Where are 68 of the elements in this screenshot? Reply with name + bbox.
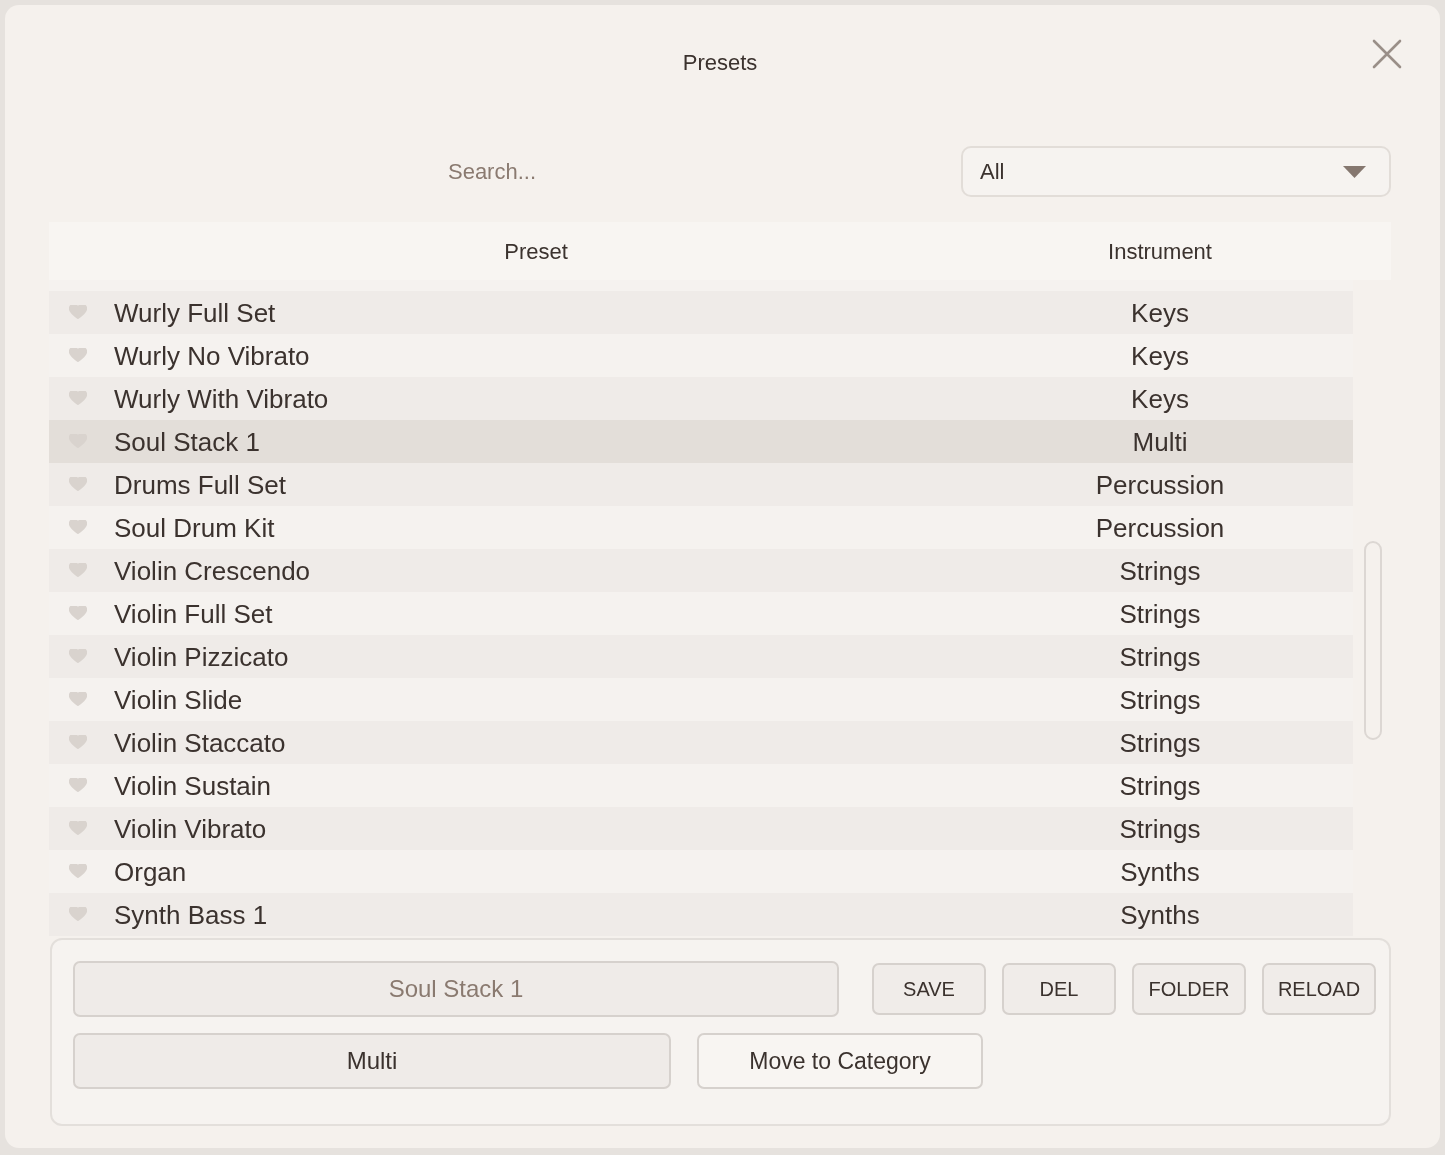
heart-icon[interactable] xyxy=(69,692,87,707)
instrument-name: Strings xyxy=(1118,641,1202,672)
preset-name: Synth Bass 1 xyxy=(114,899,269,930)
instrument-name: Keys xyxy=(1130,383,1190,414)
preset-row[interactable]: Drums Full Set Percussion xyxy=(49,463,1353,506)
heart-icon[interactable] xyxy=(69,477,87,492)
heart-icon[interactable] xyxy=(69,864,87,879)
preset-name: Organ xyxy=(114,856,188,887)
heart-icon[interactable] xyxy=(69,606,87,621)
preset-row[interactable]: Wurly With Vibrato Keys xyxy=(49,377,1353,420)
action-button[interactable]: RELOAD xyxy=(1262,963,1376,1015)
heart-icon[interactable] xyxy=(69,649,87,664)
dialog-title: Presets xyxy=(682,49,758,75)
instrument-name: Strings xyxy=(1118,555,1202,586)
instrument-name: Strings xyxy=(1118,598,1202,629)
preset-name: Soul Drum Kit xyxy=(114,512,276,543)
heart-icon[interactable] xyxy=(69,305,87,320)
preset-name: Wurly Full Set xyxy=(114,297,277,328)
scrollbar-thumb[interactable] xyxy=(1364,541,1382,740)
action-button[interactable]: DEL xyxy=(1002,963,1116,1015)
heart-icon[interactable] xyxy=(69,907,87,922)
instrument-name: Strings xyxy=(1118,813,1202,844)
heart-icon[interactable] xyxy=(69,563,87,578)
category-dropdown[interactable]: All xyxy=(961,146,1391,197)
instrument-name: Strings xyxy=(1118,770,1202,801)
instrument-name: Multi xyxy=(1131,426,1189,457)
instrument-name: Synths xyxy=(1119,899,1201,930)
action-button[interactable]: FOLDER xyxy=(1132,963,1246,1015)
preset-name: Violin Crescendo xyxy=(114,555,312,586)
close-icon xyxy=(1372,39,1402,69)
move-to-category-button[interactable]: Move to Category xyxy=(697,1033,983,1089)
preset-name: Soul Stack 1 xyxy=(114,426,261,457)
column-header[interactable]: Instrument xyxy=(1023,234,1297,268)
action-button[interactable]: SAVE xyxy=(872,963,986,1015)
heart-icon[interactable] xyxy=(69,520,87,535)
preset-name: Wurly With Vibrato xyxy=(114,383,330,414)
category-select[interactable]: Multi xyxy=(73,1033,671,1089)
heart-icon[interactable] xyxy=(69,735,87,750)
instrument-name: Strings xyxy=(1118,684,1202,715)
preset-name: Violin Full Set xyxy=(114,598,274,629)
heart-icon[interactable] xyxy=(69,391,87,406)
preset-name: Violin Vibrato xyxy=(114,813,268,844)
instrument-name: Keys xyxy=(1130,340,1190,371)
caret-icon xyxy=(1343,165,1366,178)
preset-name: Violin Slide xyxy=(114,684,244,715)
column-header[interactable]: Preset xyxy=(49,234,1023,268)
preset-row[interactable]: Wurly Full Set Keys xyxy=(49,291,1353,334)
instrument-name: Percussion xyxy=(1094,512,1226,543)
preset-name: Violin Pizzicato xyxy=(114,641,290,672)
instrument-name: Strings xyxy=(1118,727,1202,758)
preset-row[interactable]: Synth Bass 1 Synths xyxy=(49,893,1353,936)
search-field[interactable]: Search... xyxy=(49,146,935,197)
preset-name: Wurly No Vibrato xyxy=(114,340,311,371)
instrument-name: Synths xyxy=(1119,856,1201,887)
preset-row[interactable]: Violin Vibrato Strings xyxy=(49,807,1353,850)
heart-icon[interactable] xyxy=(69,821,87,836)
instrument-name: Keys xyxy=(1130,297,1190,328)
heart-icon[interactable] xyxy=(69,348,87,363)
preset-row[interactable]: Violin Crescendo Strings xyxy=(49,549,1353,592)
preset-name: Violin Sustain xyxy=(114,770,273,801)
preset-name: Drums Full Set xyxy=(114,469,287,500)
preset-row[interactable]: Soul Stack 1 Multi xyxy=(49,420,1353,463)
preset-row[interactable]: Violin Pizzicato Strings xyxy=(49,635,1353,678)
preset-name: Violin Staccato xyxy=(114,727,287,758)
preset-row[interactable]: Violin Staccato Strings xyxy=(49,721,1353,764)
close-button[interactable] xyxy=(1372,39,1402,69)
heart-icon[interactable] xyxy=(69,778,87,793)
instrument-name: Percussion xyxy=(1094,469,1226,500)
